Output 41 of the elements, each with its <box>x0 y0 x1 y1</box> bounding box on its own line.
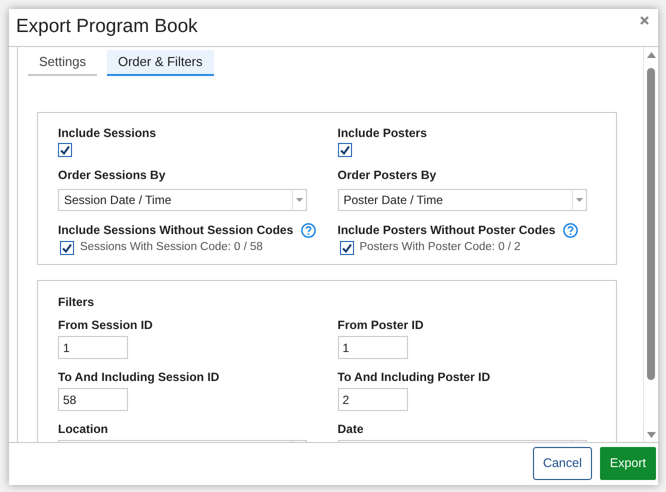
field-label: Order Sessions By <box>58 168 166 183</box>
cancel-button[interactable]: Cancel <box>532 447 592 480</box>
scrollbar[interactable] <box>643 47 658 442</box>
field-label: Include Sessions <box>58 126 158 141</box>
field-label: Date <box>338 422 365 437</box>
input-field[interactable]: 1 <box>338 336 408 359</box>
field-label: Include Posters Without Poster Codes <box>338 223 556 238</box>
field-label: Include Posters <box>338 126 428 141</box>
scroll-down-icon[interactable] <box>646 432 656 438</box>
field-label: Location <box>58 422 109 437</box>
select-field[interactable]: Poster Date / Time <box>338 189 586 211</box>
help-icon[interactable] <box>301 223 316 238</box>
input-field[interactable]: 2 <box>338 388 408 411</box>
caret-icon <box>576 198 582 202</box>
section-title: Filters <box>58 295 96 310</box>
help-icon[interactable] <box>563 223 578 238</box>
field-label: From Poster ID <box>338 318 425 333</box>
checkbox[interactable] <box>338 143 352 157</box>
checkbox-label: Posters With Poster Code: 0 / 2 <box>360 240 521 255</box>
input-field[interactable]: 58 <box>58 388 128 411</box>
close-icon[interactable] <box>640 16 649 25</box>
checkbox-label: Sessions With Session Code: 0 / 58 <box>80 240 263 255</box>
select-value: Session Date / Time <box>63 192 172 209</box>
caret-icon <box>296 198 303 202</box>
checkbox[interactable] <box>58 143 72 157</box>
select-field[interactable]: Session Date / Time <box>58 189 307 211</box>
field-label: Order Posters By <box>338 168 438 183</box>
scroll-up-icon[interactable] <box>646 52 656 58</box>
tab[interactable]: Settings <box>28 50 97 76</box>
field-label: To And Including Poster ID <box>338 370 492 385</box>
scrollbar-thumb[interactable] <box>647 68 655 380</box>
select-value: Poster Date / Time <box>342 192 444 209</box>
input-field[interactable]: 1 <box>58 336 128 359</box>
field-label: Include Sessions Without Session Codes <box>58 223 294 238</box>
export-button[interactable]: Export <box>600 447 656 480</box>
window-title: Export Program Book <box>16 15 198 40</box>
checkbox[interactable] <box>340 240 354 255</box>
tab[interactable]: Order & Filters <box>106 50 214 76</box>
field-label: From Session ID <box>58 318 154 333</box>
checkbox[interactable] <box>60 240 74 255</box>
field-label: To And Including Session ID <box>58 370 220 385</box>
